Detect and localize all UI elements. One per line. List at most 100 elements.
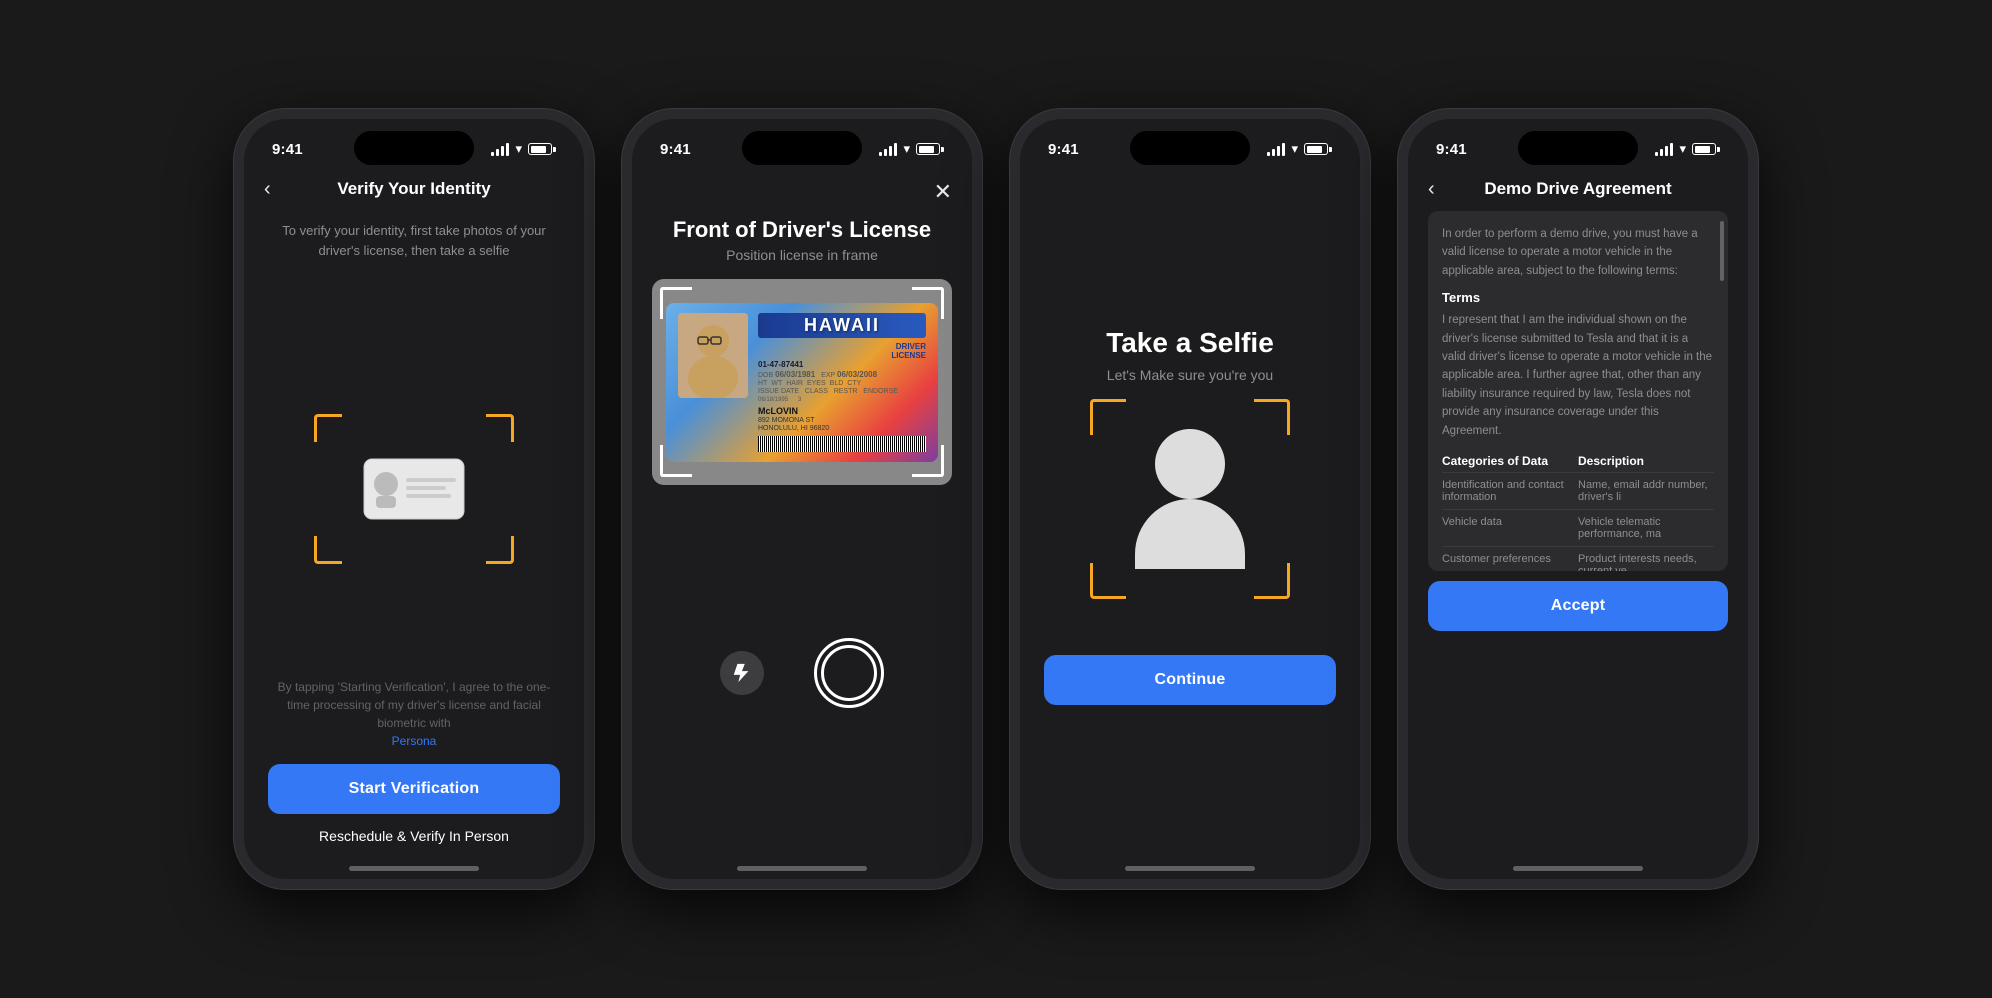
wifi-icon-3: ▾ bbox=[1291, 141, 1298, 157]
agreement-scroll[interactable]: In order to perform a demo drive, you mu… bbox=[1428, 211, 1728, 571]
license-address: 892 MOMONA ST bbox=[758, 417, 926, 424]
status-time-3: 9:41 bbox=[1048, 141, 1079, 158]
wifi-icon-4: ▾ bbox=[1679, 141, 1686, 157]
id-card-icon bbox=[354, 444, 474, 534]
selfie-corner-tr bbox=[1254, 399, 1290, 435]
scan-title: Front of Driver's License bbox=[632, 217, 972, 243]
agreement-intro: In order to perform a demo drive, you mu… bbox=[1442, 225, 1714, 280]
col-header-1: Categories of Data bbox=[1442, 450, 1578, 473]
flash-button[interactable] bbox=[720, 651, 764, 695]
phone-3: 9:41 ▾ Take a Selfie Let's Make sure you… bbox=[1010, 109, 1370, 889]
nav-bar-1: ‹ Verify Your Identity bbox=[244, 171, 584, 211]
consent-text-1: By tapping 'Starting Verification', I ag… bbox=[268, 678, 560, 750]
person-silhouette-icon bbox=[1135, 429, 1245, 569]
selfie-corner-bl bbox=[1090, 563, 1126, 599]
back-button-1[interactable]: ‹ bbox=[264, 178, 271, 201]
id-scan-area bbox=[268, 300, 560, 678]
table-row: Identification and contact information N… bbox=[1442, 472, 1714, 509]
row2-col2: Vehicle telematic performance, ma bbox=[1578, 509, 1714, 546]
license-photo bbox=[678, 313, 748, 398]
status-icons-1: ▾ bbox=[491, 141, 556, 157]
silhouette-body bbox=[1135, 499, 1245, 569]
capture-button-inner bbox=[821, 645, 877, 701]
status-icons-4: ▾ bbox=[1655, 141, 1720, 157]
screen-verify-identity: ‹ Verify Your Identity To verify your id… bbox=[244, 171, 584, 860]
home-indicator-1 bbox=[349, 866, 479, 871]
dynamic-island-2 bbox=[742, 131, 862, 165]
license-city: HONOLULU, HI 96820 bbox=[758, 425, 926, 432]
capture-button[interactable] bbox=[814, 638, 884, 708]
screen-agreement: ‹ Demo Drive Agreement In order to perfo… bbox=[1408, 171, 1748, 860]
screen-body-1: To verify your identity, first take phot… bbox=[244, 211, 584, 860]
home-indicator-3 bbox=[1125, 866, 1255, 871]
camera-view: HAWAII DRIVERLICENSE 01-47-87441 DOB 06/… bbox=[652, 279, 952, 485]
hawaii-state: HAWAII bbox=[758, 313, 926, 338]
license-name: McLOVIN bbox=[758, 406, 926, 416]
row1-col1: Identification and contact information bbox=[1442, 472, 1578, 509]
dynamic-island-4 bbox=[1518, 131, 1638, 165]
start-verification-button[interactable]: Start Verification bbox=[268, 764, 560, 814]
signal-bars-3 bbox=[1267, 143, 1285, 156]
status-time-1: 9:41 bbox=[272, 141, 303, 158]
barcode bbox=[758, 436, 926, 452]
continue-button[interactable]: Continue bbox=[1044, 655, 1336, 705]
license-frame: HAWAII DRIVERLICENSE 01-47-87441 DOB 06/… bbox=[652, 279, 952, 485]
close-button-2[interactable]: ✕ bbox=[934, 179, 952, 205]
corner-tl bbox=[314, 414, 342, 442]
home-indicator-4 bbox=[1513, 866, 1643, 871]
agreement-body: In order to perform a demo drive, you mu… bbox=[1408, 211, 1748, 860]
silhouette-head bbox=[1155, 429, 1225, 499]
battery-2 bbox=[916, 143, 944, 155]
selfie-title: Take a Selfie bbox=[1106, 327, 1274, 359]
description-text-1: To verify your identity, first take phot… bbox=[268, 221, 560, 260]
license-issue-date: 06/18/1995 3 bbox=[758, 397, 926, 403]
screen-selfie: Take a Selfie Let's Make sure you're you… bbox=[1020, 171, 1360, 860]
nav-bar-2: ✕ bbox=[632, 171, 972, 217]
corner-br bbox=[486, 536, 514, 564]
phone-2: 9:41 ▾ ✕ Front of Driver's License Posit… bbox=[622, 109, 982, 889]
wifi-icon-1: ▾ bbox=[515, 141, 522, 157]
table-row: Vehicle data Vehicle telematic performan… bbox=[1442, 509, 1714, 546]
license-corner-tr bbox=[912, 287, 944, 319]
row3-col1: Customer preferences bbox=[1442, 546, 1578, 571]
status-time-2: 9:41 bbox=[660, 141, 691, 158]
corner-bl bbox=[314, 536, 342, 564]
license-attr-values: ISSUE DATE CLASS RESTR ENDORSE bbox=[758, 388, 926, 395]
scan-subtitle: Position license in frame bbox=[632, 247, 972, 263]
selfie-subtitle: Let's Make sure you're you bbox=[1107, 367, 1273, 383]
signal-bars-4 bbox=[1655, 143, 1673, 156]
table-row: Customer preferences Product interests n… bbox=[1442, 546, 1714, 571]
col-header-2: Description bbox=[1578, 450, 1714, 473]
accept-button[interactable]: Accept bbox=[1428, 581, 1728, 631]
phone-4: 9:41 ▾ ‹ Demo Drive Agreement In order t… bbox=[1398, 109, 1758, 889]
wifi-icon-2: ▾ bbox=[903, 141, 910, 157]
phone-1: 9:41 ▾ ‹ Verify Your Identity To verify … bbox=[234, 109, 594, 889]
license-info: HAWAII DRIVERLICENSE 01-47-87441 DOB 06/… bbox=[758, 313, 926, 452]
battery-1 bbox=[528, 143, 556, 155]
license-number: 01-47-87441 bbox=[758, 360, 926, 369]
row3-col2: Product interests needs, current ve bbox=[1578, 546, 1714, 571]
persona-link[interactable]: Persona bbox=[392, 734, 437, 748]
row2-col1: Vehicle data bbox=[1442, 509, 1578, 546]
camera-controls bbox=[632, 485, 972, 860]
back-button-4[interactable]: ‹ bbox=[1428, 178, 1435, 201]
license-dob: DOB 06/03/1981 EXP 06/03/2008 bbox=[758, 370, 926, 379]
status-icons-2: ▾ bbox=[879, 141, 944, 157]
dynamic-island-3 bbox=[1130, 131, 1250, 165]
license-attributes: HTWTHAIREYESBLDCTY bbox=[758, 380, 926, 387]
corner-tr bbox=[486, 414, 514, 442]
page-title-4: Demo Drive Agreement bbox=[1484, 179, 1671, 199]
selfie-frame bbox=[1090, 399, 1290, 599]
nav-bar-4: ‹ Demo Drive Agreement bbox=[1408, 171, 1748, 211]
id-frame bbox=[314, 414, 514, 564]
data-table: Categories of Data Description Identific… bbox=[1442, 450, 1714, 571]
dynamic-island-1 bbox=[354, 131, 474, 165]
signal-bars-1 bbox=[491, 143, 509, 156]
selfie-body: Take a Selfie Let's Make sure you're you… bbox=[1020, 171, 1360, 860]
signal-bars-2 bbox=[879, 143, 897, 156]
battery-4 bbox=[1692, 143, 1720, 155]
reschedule-link[interactable]: Reschedule & Verify In Person bbox=[268, 828, 560, 844]
terms-text: I represent that I am the individual sho… bbox=[1442, 311, 1714, 440]
page-title-1: Verify Your Identity bbox=[337, 179, 490, 199]
status-icons-3: ▾ bbox=[1267, 141, 1332, 157]
